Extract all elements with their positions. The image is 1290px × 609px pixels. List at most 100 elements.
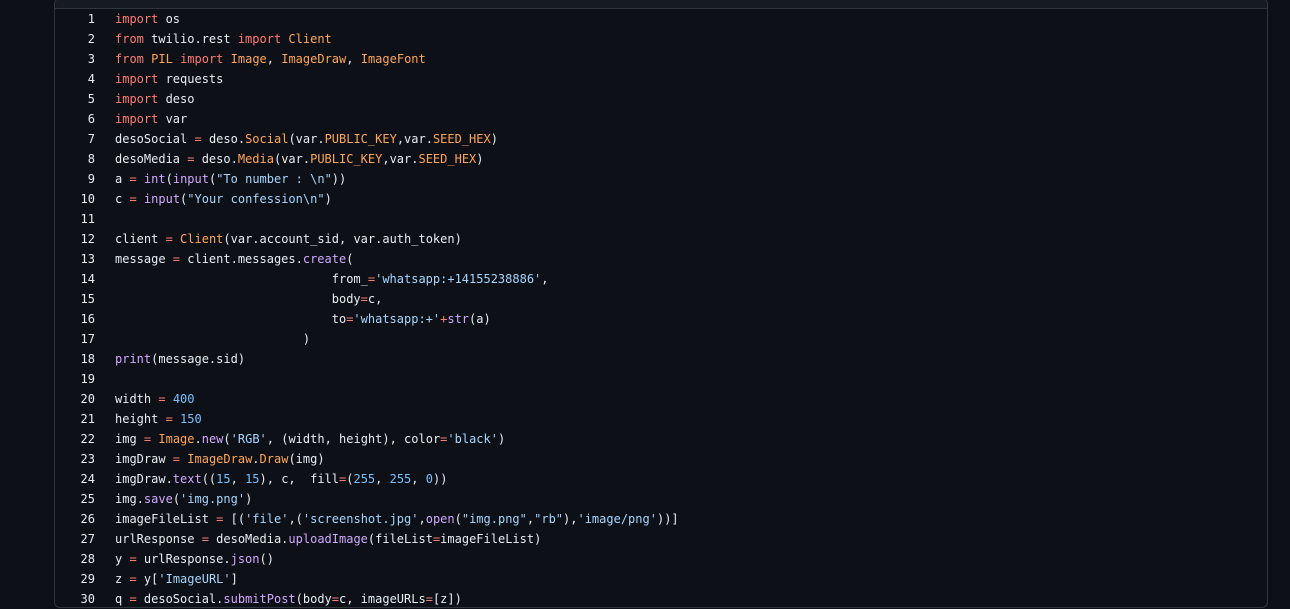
code-token: ) <box>245 492 253 506</box>
code-line[interactable]: 6 import var <box>55 109 1267 129</box>
line-number[interactable]: 22 <box>55 429 95 449</box>
code-token: 255 <box>353 472 376 486</box>
code-line[interactable]: 13 message = client.messages.create( <box>55 249 1267 269</box>
code-token: urlResponse <box>115 532 202 546</box>
code-token: from_ <box>115 272 368 286</box>
code-line[interactable]: 4 import requests <box>55 69 1267 89</box>
line-number[interactable]: 16 <box>55 309 95 329</box>
line-number[interactable]: 4 <box>55 69 95 89</box>
code-line[interactable]: 17 ) <box>55 329 1267 349</box>
code-token: [z]) <box>432 592 462 606</box>
line-number[interactable]: 30 <box>55 589 95 607</box>
code-token: 'ImageURL' <box>158 572 231 586</box>
code-token: = <box>425 592 433 606</box>
code-line[interactable]: 2 from twilio.rest import Client <box>55 29 1267 49</box>
code-line[interactable]: 11 <box>55 209 1267 229</box>
code-line[interactable]: 5 import deso <box>55 89 1267 109</box>
code-line[interactable]: 1 import os <box>55 9 1267 29</box>
code-line[interactable]: 23 imgDraw = ImageDraw.Draw(img) <box>55 449 1267 469</box>
code-line[interactable]: 29 z = y['ImageURL'] <box>55 569 1267 589</box>
code-text: to='whatsapp:+'+str(a) <box>95 309 491 329</box>
code-text: body=c, <box>95 289 383 309</box>
code-token: Draw <box>259 452 289 466</box>
line-number[interactable]: 21 <box>55 409 95 429</box>
code-token: Social <box>245 132 289 146</box>
code-line[interactable]: 12 client = Client(var.account_sid, var.a… <box>55 229 1267 249</box>
code-token: str <box>447 312 470 326</box>
line-number[interactable]: 23 <box>55 449 95 469</box>
code-line[interactable]: 14 from_='whatsapp:+14155238886', <box>55 269 1267 289</box>
line-number[interactable]: 7 <box>55 129 95 149</box>
code-token: Client <box>288 32 332 46</box>
code-text: print(message.sid) <box>95 349 245 369</box>
code-line[interactable]: 26 imageFileList = [('file',('screenshot.… <box>55 509 1267 529</box>
code-token: 'screenshot.jpg' <box>302 512 419 526</box>
code-line[interactable]: 19 <box>55 369 1267 389</box>
code-token: = <box>172 252 181 266</box>
code-token: var <box>158 112 188 126</box>
code-token: = <box>194 132 202 146</box>
line-number[interactable]: 12 <box>55 229 95 249</box>
code-line[interactable]: 8 desoMedia = deso.Media(var.PUBLIC_KEY,v… <box>55 149 1267 169</box>
line-number[interactable]: 13 <box>55 249 95 269</box>
code-block[interactable]: 1 import os 2 from twilio.rest import Clien… <box>55 9 1267 607</box>
code-token: = <box>331 592 339 606</box>
line-number[interactable]: 5 <box>55 89 95 109</box>
code-line[interactable]: 7 desoSocial = deso.Social(var.PUBLIC_KEY… <box>55 129 1267 149</box>
code-line[interactable]: 27 urlResponse = desoMedia.uploadImage(fi… <box>55 529 1267 549</box>
line-number[interactable]: 11 <box>55 209 95 229</box>
line-number[interactable]: 14 <box>55 269 95 289</box>
code-token: 400 <box>172 392 195 406</box>
line-number[interactable]: 25 <box>55 489 95 509</box>
code-line[interactable]: 20 width = 400 <box>55 389 1267 409</box>
line-number[interactable]: 9 <box>55 169 95 189</box>
code-token: ImageFont <box>360 52 426 66</box>
code-line[interactable]: 16 to='whatsapp:+'+str(a) <box>55 309 1267 329</box>
line-number[interactable]: 2 <box>55 29 95 49</box>
code-token: = <box>165 412 173 426</box>
line-number[interactable]: 19 <box>55 369 95 389</box>
line-number[interactable]: 10 <box>55 189 95 209</box>
code-line[interactable]: 30 q = desoSocial.submitPost(body=c, imag… <box>55 589 1267 607</box>
code-token: , (width, height), color <box>266 432 441 446</box>
line-number[interactable]: 28 <box>55 549 95 569</box>
line-number[interactable]: 8 <box>55 149 95 169</box>
code-token: ,( <box>288 512 303 526</box>
code-token: ) <box>476 152 484 166</box>
line-number[interactable]: 3 <box>55 49 95 69</box>
code-token: 'RGB' <box>230 432 267 446</box>
code-line[interactable]: 3 from PIL import Image, ImageDraw, Image… <box>55 49 1267 69</box>
code-line[interactable]: 21 height = 150 <box>55 409 1267 429</box>
code-line[interactable]: 28 y = urlResponse.json() <box>55 549 1267 569</box>
code-line[interactable]: 9a = int(input("To number : \n")) <box>55 169 1267 189</box>
code-token: import <box>115 112 159 126</box>
code-line[interactable]: 22 img = Image.new('RGB', (width, height)… <box>55 429 1267 449</box>
line-number[interactable]: 1 <box>55 9 95 29</box>
code-line[interactable]: 24 imgDraw.text((15, 15), c, fill=(255, 2… <box>55 469 1267 489</box>
code-token: ), <box>563 512 578 526</box>
line-number[interactable]: 29 <box>55 569 95 589</box>
code-token: (message.sid) <box>151 352 246 366</box>
line-number[interactable]: 26 <box>55 509 95 529</box>
line-number[interactable]: 17 <box>55 329 95 349</box>
line-number[interactable]: 6 <box>55 109 95 129</box>
code-line[interactable]: 10 c = input("Your confession\n") <box>55 189 1267 209</box>
code-text: a = int(input("To number : \n")) <box>95 169 346 189</box>
code-line[interactable]: 18 print(message.sid) <box>55 349 1267 369</box>
code-token: = <box>165 232 173 246</box>
code-token: () <box>259 552 274 566</box>
line-number[interactable]: 18 <box>55 349 95 369</box>
line-number[interactable]: 24 <box>55 469 95 489</box>
line-number[interactable]: 27 <box>55 529 95 549</box>
code-token: new <box>201 432 224 446</box>
line-number[interactable]: 20 <box>55 389 95 409</box>
code-text: z = y['ImageURL'] <box>95 569 238 589</box>
line-number[interactable]: 15 <box>55 289 95 309</box>
code-token: imageFileList) <box>440 532 542 546</box>
code-token: ) <box>490 132 498 146</box>
code-line[interactable]: 25 img.save('img.png') <box>55 489 1267 509</box>
code-token: create <box>302 252 347 266</box>
code-line[interactable]: 15 body=c, <box>55 289 1267 309</box>
